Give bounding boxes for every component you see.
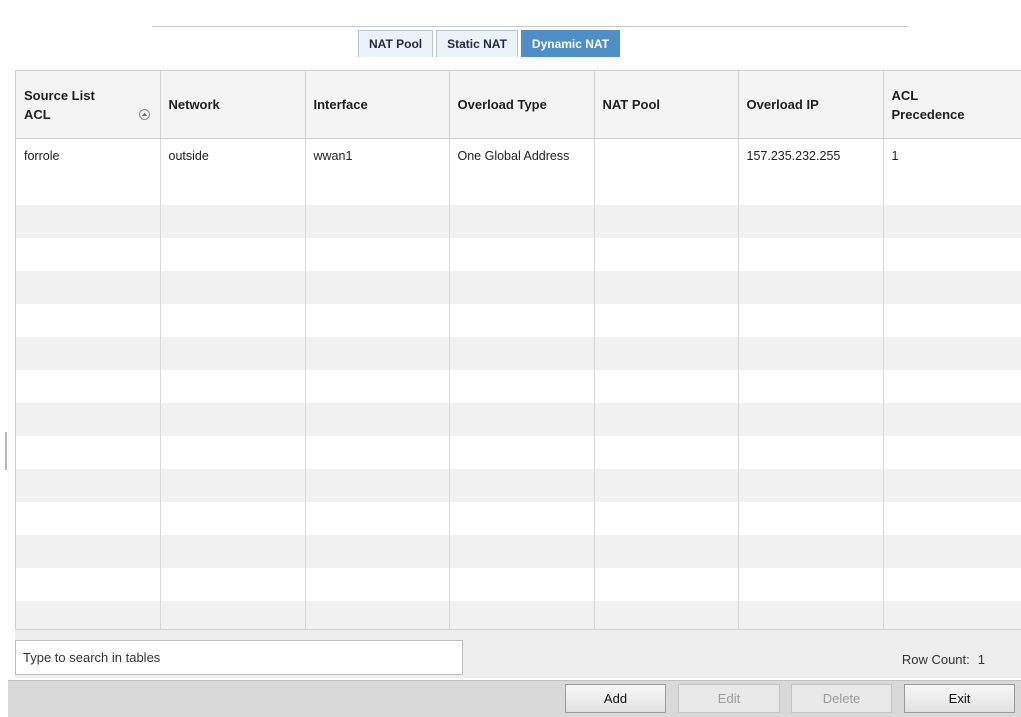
empty-row bbox=[16, 601, 1021, 630]
column-label: Overload Type bbox=[457, 97, 547, 112]
empty-row bbox=[16, 172, 1021, 205]
tab-nat-pool[interactable]: NAT Pool bbox=[358, 30, 434, 57]
column-header-network[interactable]: Network bbox=[160, 71, 306, 139]
empty-row bbox=[16, 238, 1021, 271]
dynamic-nat-screen: NAT Pool Static NAT Dynamic NAT Source L… bbox=[0, 0, 1021, 717]
dynamic-nat-table: Source List ACL Network Interface Overlo… bbox=[15, 70, 1021, 630]
tab-bar: NAT Pool Static NAT Dynamic NAT bbox=[358, 30, 621, 57]
action-footer: Add Edit Delete Exit bbox=[8, 680, 1021, 717]
empty-row bbox=[16, 469, 1021, 502]
cell-interface: wwan1 bbox=[305, 138, 450, 172]
tab-static-nat[interactable]: Static NAT bbox=[436, 30, 518, 57]
empty-row bbox=[16, 304, 1021, 337]
add-button[interactable]: Add bbox=[565, 684, 666, 713]
column-header-overload-type[interactable]: Overload Type bbox=[449, 71, 595, 139]
exit-button[interactable]: Exit bbox=[904, 684, 1015, 713]
empty-row bbox=[16, 271, 1021, 304]
column-header-acl-precedence[interactable]: ACL Precedence bbox=[883, 71, 1021, 139]
column-label: Network bbox=[168, 97, 220, 112]
table-search-input[interactable] bbox=[15, 640, 463, 675]
cell-overload-type: One Global Address bbox=[449, 138, 595, 172]
cell-nat-pool bbox=[594, 138, 739, 172]
cell-overload-ip: 157.235.232.255 bbox=[738, 138, 884, 172]
column-label: Source List ACL bbox=[24, 87, 95, 122]
empty-row bbox=[16, 502, 1021, 535]
empty-row bbox=[16, 337, 1021, 370]
cell-network: outside bbox=[160, 138, 306, 172]
edit-button[interactable]: Edit bbox=[678, 684, 780, 713]
column-header-interface[interactable]: Interface bbox=[305, 71, 450, 139]
tab-divider bbox=[152, 26, 908, 27]
column-header-overload-ip[interactable]: Overload IP bbox=[738, 71, 884, 139]
column-label: ACL Precedence bbox=[891, 87, 965, 122]
row-count: Row Count: 1 bbox=[902, 652, 985, 667]
column-header-nat-pool[interactable]: NAT Pool bbox=[594, 71, 739, 139]
table-header-row: Source List ACL Network Interface Overlo… bbox=[16, 71, 1021, 139]
column-label: NAT Pool bbox=[602, 97, 661, 112]
empty-row bbox=[16, 205, 1021, 238]
column-label: Interface bbox=[313, 97, 368, 112]
cell-acl-precedence: 1 bbox=[883, 138, 1021, 172]
empty-row bbox=[16, 403, 1021, 436]
table-row[interactable]: forrole outside wwan1 One Global Address… bbox=[16, 138, 1021, 172]
tab-dynamic-nat[interactable]: Dynamic NAT bbox=[520, 30, 621, 57]
row-count-label: Row Count: bbox=[901, 652, 970, 667]
sort-ascending-icon[interactable] bbox=[138, 109, 150, 120]
empty-row bbox=[16, 535, 1021, 568]
column-header-source-list-acl[interactable]: Source List ACL bbox=[16, 71, 161, 139]
table-search-bar: Row Count: 1 bbox=[15, 629, 1021, 678]
window-edge bbox=[5, 432, 7, 470]
row-count-value: 1 bbox=[977, 652, 985, 667]
column-label: Overload IP bbox=[746, 97, 819, 112]
delete-button[interactable]: Delete bbox=[791, 684, 892, 713]
empty-row bbox=[16, 568, 1021, 601]
empty-row bbox=[16, 370, 1021, 403]
empty-row bbox=[16, 436, 1021, 469]
cell-source-list-acl: forrole bbox=[16, 138, 161, 172]
